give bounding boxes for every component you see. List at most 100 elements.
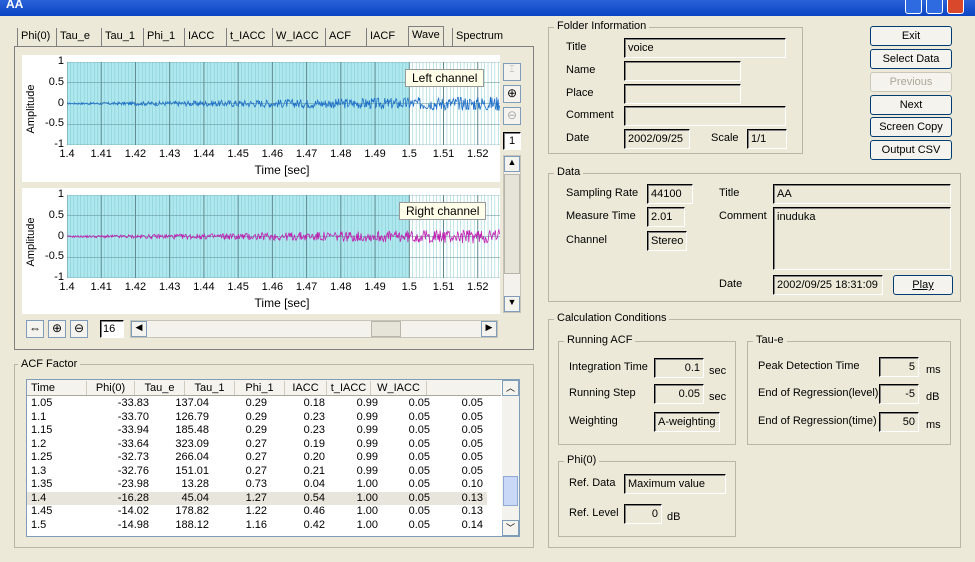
tab-phi-0-[interactable]: Phi(0) [17,28,53,46]
zoom-in-icon[interactable]: ⊕ [503,85,521,103]
acf-scroll-up-icon[interactable]: ︿ [502,380,519,396]
table-cell: 1.27 [245,491,267,504]
play-button[interactable]: Play [893,275,953,295]
table-row[interactable]: 1.2 -33.64 323.09 0.27 0.19 0.99 0.05 0.05 [27,438,487,452]
table-cell: 0.05 [408,491,430,504]
table-row[interactable]: 1.15 -33.94 185.48 0.29 0.23 0.99 0.05 0.05 [27,424,487,438]
folder-scale-field[interactable]: 1/1 [747,129,787,149]
table-row[interactable]: 1.25 -32.73 266.04 0.27 0.20 0.99 0.05 0.05 [27,451,487,465]
running-step-field[interactable]: 0.05 [654,384,704,404]
scroll-up-icon[interactable]: ▲ [504,156,520,172]
channel-field[interactable]: Stereo [647,231,687,251]
horizontal-scrollbar[interactable]: ◀ ▶ [130,320,498,338]
tab-spectrum[interactable]: Spectrum [452,28,506,46]
table-cell: 0.05 [408,437,430,450]
zoom-out-h-icon[interactable]: ⊖ [70,320,88,338]
folder-date-field[interactable]: 2002/09/25 [624,129,690,149]
output-csv-button[interactable]: Output CSV [870,140,952,160]
folder-title-field[interactable]: voice [624,38,786,58]
data-title-label: Title [719,187,740,199]
tab-w-iacc[interactable]: W_IACC [272,28,322,46]
measure-time-field[interactable]: 2.01 [647,207,685,227]
end-regression-level-field[interactable]: -5 [879,384,919,404]
y-tick-label: 0.5 [48,208,64,221]
table-cell: -33.83 [117,397,149,409]
tab-t-iacc[interactable]: t_IACC [226,28,268,46]
next-button[interactable]: Next [870,95,952,115]
tab-tau-1[interactable]: Tau_1 [101,28,138,46]
table-row[interactable]: 1.3 -32.76 151.01 0.27 0.21 0.99 0.05 0.05 [27,465,487,479]
table-cell: 0.05 [408,424,430,436]
tab-tau-e[interactable]: Tau_e [56,28,93,46]
fit-width-icon[interactable]: ⇔ [26,320,44,338]
scroll-right-icon[interactable]: ▶ [481,321,497,337]
tab-iacc[interactable]: IACC [184,28,217,46]
end-regression-time-field[interactable]: 50 [879,412,919,432]
exit-button[interactable]: Exit [870,26,952,46]
vertical-scrollbar[interactable]: ▲ ▼ [503,155,521,313]
maximize-button[interactable] [926,0,943,14]
table-row[interactable]: 1.4 -16.28 45.04 1.27 0.54 1.00 0.05 0.13 [27,491,487,505]
folder-place-field[interactable] [624,84,741,104]
peak-detection-field[interactable]: 5 [879,357,919,377]
table-row[interactable]: 1.35 -23.98 13.28 0.73 0.04 1.00 0.05 0.10 [27,478,487,492]
horizontal-scroll-thumb[interactable] [371,321,401,337]
acf-col-phi-1[interactable]: Phi_1 [235,381,285,395]
weighting-field[interactable]: A-weighting [654,412,720,432]
zoom-level-field[interactable]: 1 [503,132,521,150]
acf-col-time[interactable]: Time [27,381,87,395]
right-channel-chart[interactable]: Amplitude 1 0.5 0 -0.5 -1 1.4 1.41 1.42 1.43 1.4… [22,188,500,314]
data-title-field[interactable]: AA [773,184,951,204]
folder-name-field[interactable] [624,61,741,81]
scroll-left-icon[interactable]: ◀ [131,321,147,337]
left-channel-chart[interactable]: Amplitude 1 0.5 0 -0.5 -1 1.4 1.41 1.42 1.43 1.4… [22,55,500,182]
integration-time-field[interactable]: 0.1 [654,358,704,378]
tab-wave[interactable]: Wave [408,26,444,47]
previous-button[interactable]: Previous [870,72,952,92]
minimize-button[interactable] [905,0,922,14]
zoom-in-h-icon[interactable]: ⊕ [48,320,66,338]
table-cell: 0.05 [461,437,483,450]
cursor-tool-icon[interactable]: ⌶ [503,63,521,81]
ref-level-field[interactable]: 0 [624,504,662,524]
tab-acf[interactable]: ACF [325,28,354,46]
select-data-button[interactable]: Select Data [870,49,952,69]
window-title: AA [6,0,24,11]
right-y-axis-label-wrap: Amplitude [24,198,38,288]
table-row[interactable]: 1.05 -33.83 137.04 0.29 0.18 0.99 0.05 0.05 [27,397,487,411]
sampling-rate-field[interactable]: 44100 [647,184,693,204]
data-comment-field[interactable]: inuduka [773,207,951,270]
ref-data-field[interactable]: Maximum value [624,474,726,494]
peak-detection-label: Peak Detection Time [758,360,860,372]
data-date-field[interactable]: 2002/09/25 18:31:09 [773,275,883,295]
right-y-axis-label: Amplitude [25,217,37,267]
tab-phi-1[interactable]: Phi_1 [143,28,178,46]
scroll-down-icon[interactable]: ▼ [504,296,520,312]
measure-time-label: Measure Time [566,210,636,222]
acf-col-tau-1[interactable]: Tau_1 [185,381,235,395]
acf-scroll-down-icon[interactable]: ﹀ [502,520,519,536]
phi0-group [558,461,736,537]
table-cell: 0.23 [303,424,325,436]
right-x-axis-label: Time [sec] [254,296,310,310]
close-button[interactable] [947,0,964,14]
tab-iacf[interactable]: IACF [366,28,398,46]
acf-col-w-iacc[interactable]: W_IACC [371,381,427,395]
acf-scroll-thumb[interactable] [503,476,518,506]
acf-col-phi-0-[interactable]: Phi(0) [87,381,135,395]
acf-scrollbar[interactable]: ︿ ﹀ [502,380,519,536]
table-cell: 323.09 [175,437,209,450]
running-acf-title: Running ACF [564,334,636,346]
folder-comment-field[interactable] [624,106,786,126]
acf-col-tau-e[interactable]: Tau_e [135,381,185,395]
horizontal-zoom-field[interactable]: 16 [100,320,124,338]
table-row[interactable]: 1.1 -33.70 126.79 0.29 0.23 0.99 0.05 0.05 [27,411,487,425]
vertical-scroll-thumb[interactable] [504,174,520,274]
screen-copy-button[interactable]: Screen Copy [870,117,952,137]
acf-col-t-iacc[interactable]: t_IACC [327,381,371,395]
zoom-out-icon[interactable]: ⊖ [503,107,521,125]
table-cell: 0.05 [461,451,483,463]
table-row[interactable]: 1.45 -14.02 178.82 1.22 0.46 1.00 0.05 0.13 [27,505,487,519]
acf-col-iacc[interactable]: IACC [285,381,327,395]
table-row[interactable]: 1.5 -14.98 188.12 1.16 0.42 1.00 0.05 0.14 [27,519,487,533]
